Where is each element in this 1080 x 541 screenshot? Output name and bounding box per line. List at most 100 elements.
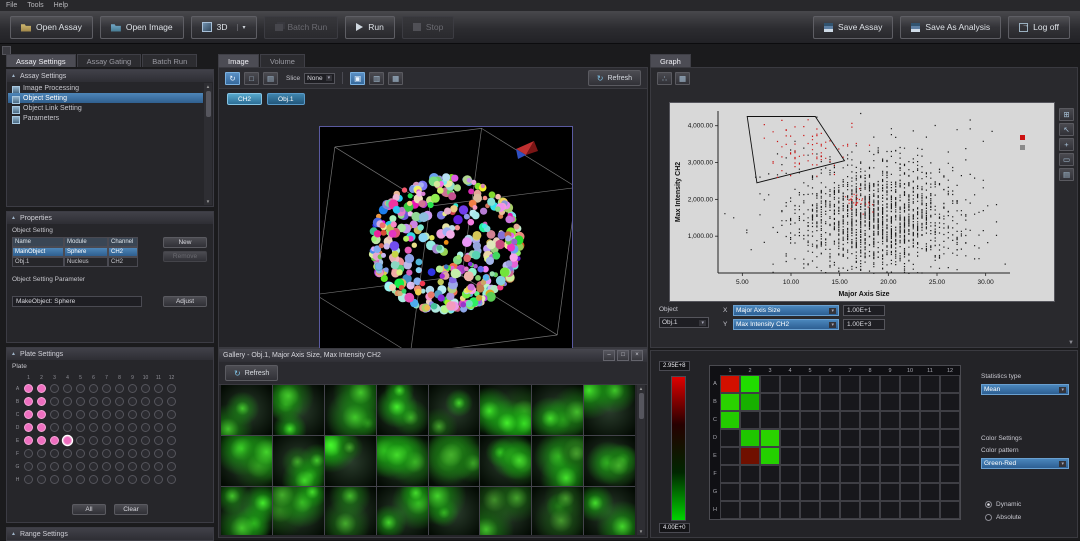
well-A6[interactable] — [89, 384, 98, 393]
heatmap-cell-B8[interactable] — [860, 393, 880, 411]
well-H2[interactable] — [37, 475, 46, 484]
gallery-image[interactable] — [272, 436, 324, 486]
heatmap-cell-G10[interactable] — [900, 483, 920, 501]
heatmap-cell-H12[interactable] — [940, 501, 960, 519]
left-tab-assay-settings[interactable]: Assay Settings — [6, 54, 76, 67]
layers-button[interactable]: ▤ — [263, 71, 278, 85]
well-A8[interactable] — [115, 384, 124, 393]
heatmap-cell-D3[interactable] — [760, 429, 780, 447]
heatmap-cell-B3[interactable] — [760, 393, 780, 411]
center-tab-image[interactable]: Image — [218, 54, 259, 67]
well-C5[interactable] — [76, 410, 85, 419]
heatmap-cell-A12[interactable] — [940, 375, 960, 393]
well-G4[interactable] — [63, 462, 72, 471]
heatmap-cell-E7[interactable] — [840, 447, 860, 465]
well-D2[interactable] — [37, 423, 46, 432]
remove-object-button[interactable]: Remove — [163, 251, 207, 262]
statistics-type-dropdown[interactable]: Mean ▾ — [981, 384, 1069, 395]
3d-viewport[interactable] — [314, 126, 578, 358]
color-pattern-dropdown[interactable]: Green-Red ▾ — [981, 458, 1069, 469]
well-G6[interactable] — [89, 462, 98, 471]
close-icon[interactable]: × — [631, 350, 643, 361]
absolute-radio[interactable] — [985, 514, 992, 521]
heatmap-cell-H3[interactable] — [760, 501, 780, 519]
snapshot-button[interactable]: □ — [244, 71, 259, 85]
well-E8[interactable] — [115, 436, 124, 445]
heatmap-cell-B4[interactable] — [780, 393, 800, 411]
well-F5[interactable] — [76, 449, 85, 458]
gallery-image[interactable] — [584, 487, 635, 535]
well-D11[interactable] — [154, 423, 163, 432]
well-F8[interactable] — [115, 449, 124, 458]
heatmap-cell-E12[interactable] — [940, 447, 960, 465]
gallery-image[interactable] — [376, 487, 428, 535]
well-G7[interactable] — [102, 462, 111, 471]
well-A5[interactable] — [76, 384, 85, 393]
well-A2[interactable] — [37, 384, 46, 393]
heatmap-cell-C3[interactable] — [760, 411, 780, 429]
heatmap-cell-A1[interactable] — [720, 375, 740, 393]
adjust-button[interactable]: Adjust — [163, 296, 207, 307]
well-A10[interactable] — [141, 384, 150, 393]
well-C8[interactable] — [115, 410, 124, 419]
heatmap-cell-C5[interactable] — [800, 411, 820, 429]
well-H3[interactable] — [50, 475, 59, 484]
rotate-view-button[interactable]: ↻ — [225, 71, 240, 85]
heatmap-cell-B1[interactable] — [720, 393, 740, 411]
well-B4[interactable] — [63, 397, 72, 406]
well-D8[interactable] — [115, 423, 124, 432]
gallery-image[interactable] — [480, 487, 532, 535]
well-G10[interactable] — [141, 462, 150, 471]
well-H9[interactable] — [128, 475, 137, 484]
heatmap-cell-D1[interactable] — [720, 429, 740, 447]
heatmap-cell-G1[interactable] — [720, 483, 740, 501]
scroll-up-icon[interactable]: ▲ — [206, 84, 210, 89]
gallery-image[interactable] — [324, 436, 376, 486]
properties-header[interactable]: ▲ Properties — [7, 212, 213, 224]
heatmap-cell-E1[interactable] — [720, 447, 740, 465]
well-G12[interactable] — [167, 462, 176, 471]
gallery-refresh-button[interactable]: ↻ Refresh — [225, 365, 279, 381]
well-A4[interactable] — [63, 384, 72, 393]
x-scale-value[interactable]: 1.00E+1 — [843, 305, 885, 316]
well-B1[interactable] — [24, 397, 33, 406]
select-all-wells-button[interactable]: All — [72, 504, 106, 515]
well-A12[interactable] — [167, 384, 176, 393]
heatmap-cell-H7[interactable] — [840, 501, 860, 519]
well-D12[interactable] — [167, 423, 176, 432]
heatmap-cell-E3[interactable] — [760, 447, 780, 465]
3d-button[interactable]: 3D ▾ — [190, 15, 257, 39]
heatmap-cell-G5[interactable] — [800, 483, 820, 501]
heatmap-cell-A2[interactable] — [740, 375, 760, 393]
gallery-image[interactable] — [532, 436, 584, 486]
heatmap-cell-B5[interactable] — [800, 393, 820, 411]
data-table-icon[interactable]: ▤ — [1059, 168, 1074, 181]
well-E10[interactable] — [141, 436, 150, 445]
well-C12[interactable] — [167, 410, 176, 419]
well-E2[interactable] — [37, 436, 46, 445]
heatmap-cell-F1[interactable] — [720, 465, 740, 483]
scroll-down-icon[interactable]: ▼ — [206, 199, 210, 204]
zoom-icon[interactable]: ⊞ — [1059, 108, 1074, 121]
heatmap-cell-E11[interactable] — [920, 447, 940, 465]
heatmap-cell-G8[interactable] — [860, 483, 880, 501]
heatmap-cell-C6[interactable] — [820, 411, 840, 429]
heatmap-cell-H9[interactable] — [880, 501, 900, 519]
stop-button[interactable]: Stop — [401, 15, 455, 39]
scroll-up-icon[interactable]: ▲ — [639, 386, 643, 391]
heatmap-cell-E2[interactable] — [740, 447, 760, 465]
well-F6[interactable] — [89, 449, 98, 458]
well-H10[interactable] — [141, 475, 150, 484]
batch-run-button[interactable]: Batch Run — [263, 15, 339, 39]
gallery-image[interactable] — [324, 385, 376, 435]
well-E1[interactable] — [24, 436, 33, 445]
heatmap-cell-F7[interactable] — [840, 465, 860, 483]
well-E11[interactable] — [154, 436, 163, 445]
gallery-image[interactable] — [532, 487, 584, 535]
gallery-header[interactable]: Gallery - Obj.1, Major Axis Size, Max In… — [219, 349, 647, 362]
heatmap-cell-B7[interactable] — [840, 393, 860, 411]
well-H12[interactable] — [167, 475, 176, 484]
well-A9[interactable] — [128, 384, 137, 393]
heatmap-cell-F12[interactable] — [940, 465, 960, 483]
heatmap-cell-H5[interactable] — [800, 501, 820, 519]
